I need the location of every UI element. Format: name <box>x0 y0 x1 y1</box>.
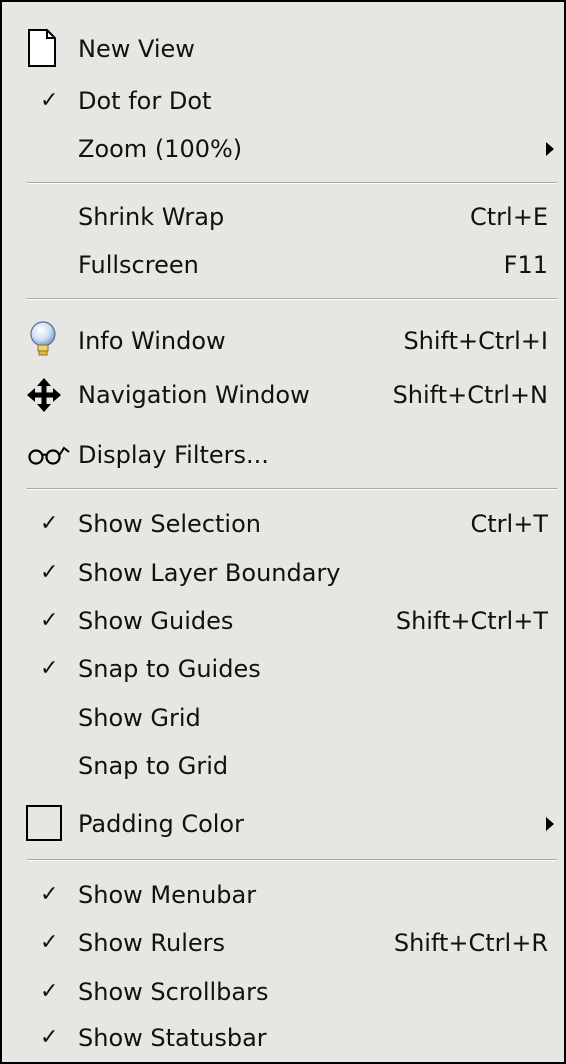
menu-item-label: Show Statusbar <box>78 1024 267 1052</box>
menu-item-shrink-wrap[interactable]: Shrink Wrap Ctrl+E <box>2 194 564 240</box>
menu-item-padding-color[interactable]: Padding Color <box>2 801 564 847</box>
menu-item-label: Show Grid <box>78 704 201 732</box>
color-swatch-icon <box>26 805 62 841</box>
menu-item-snap-to-grid[interactable]: Snap to Grid <box>2 743 564 789</box>
menu-item-shortcut: Shift+Ctrl+I <box>403 327 548 355</box>
menu-item-show-scrollbars[interactable]: ✓ Show Scrollbars <box>2 969 564 1015</box>
menu-item-show-guides[interactable]: ✓ Show Guides Shift+Ctrl+T <box>2 598 564 644</box>
check-icon: ✓ <box>40 882 59 907</box>
menu-item-shortcut: Shift+Ctrl+R <box>393 929 548 957</box>
menu-item-label: Snap to Grid <box>78 752 229 780</box>
menu-item-new-view[interactable]: New View <box>2 26 564 72</box>
check-icon: ✓ <box>40 656 59 681</box>
lightbulb-icon <box>30 321 56 356</box>
submenu-arrow-icon <box>546 817 554 831</box>
check-icon: ✓ <box>40 979 59 1004</box>
menu-item-show-selection[interactable]: ✓ Show Selection Ctrl+T <box>2 501 564 547</box>
menu-item-label: Show Scrollbars <box>78 978 269 1006</box>
menu-item-label: Zoom (100%) <box>78 135 243 163</box>
menu-separator <box>27 298 557 300</box>
menu-separator <box>27 488 557 490</box>
menu-item-label: Show Layer Boundary <box>78 559 341 587</box>
check-icon: ✓ <box>40 1025 59 1050</box>
menu-item-shortcut: Ctrl+E <box>470 203 548 231</box>
menu-item-label: Dot for Dot <box>78 87 212 115</box>
move-arrows-icon <box>27 378 61 412</box>
glasses-icon <box>28 446 70 465</box>
menu-item-show-statusbar[interactable]: ✓ Show Statusbar <box>2 1015 564 1061</box>
check-icon: ✓ <box>40 88 59 113</box>
menu-item-navigation-window[interactable]: Navigation Window Shift+Ctrl+N <box>2 372 564 418</box>
menu-item-show-rulers[interactable]: ✓ Show Rulers Shift+Ctrl+R <box>2 920 564 966</box>
menu-item-dot-for-dot[interactable]: ✓ Dot for Dot <box>2 78 564 124</box>
menu-item-show-grid[interactable]: Show Grid <box>2 695 564 741</box>
view-menu: New View ✓ Dot for Dot Zoom (100%) Shrin… <box>0 0 566 1064</box>
check-icon: ✓ <box>40 511 59 536</box>
menu-item-shortcut: Shift+Ctrl+T <box>395 607 548 635</box>
menu-item-snap-to-guides[interactable]: ✓ Snap to Guides <box>2 646 564 692</box>
menu-item-label: Show Menubar <box>78 881 257 909</box>
menu-separator <box>27 859 557 861</box>
document-icon <box>28 29 56 67</box>
menu-item-label: Fullscreen <box>78 251 199 279</box>
menu-item-label: Display Filters... <box>78 441 269 469</box>
menu-item-show-layer-boundary[interactable]: ✓ Show Layer Boundary <box>2 550 564 596</box>
menu-item-label: Padding Color <box>78 810 244 838</box>
menu-item-fullscreen[interactable]: Fullscreen F11 <box>2 242 564 288</box>
menu-item-display-filters[interactable]: Display Filters... <box>2 432 564 478</box>
menu-item-shortcut: Ctrl+T <box>470 510 548 538</box>
menu-item-shortcut: Shift+Ctrl+N <box>392 381 548 409</box>
menu-separator <box>27 182 557 184</box>
menu-item-shortcut: F11 <box>503 251 548 279</box>
menu-item-label: New View <box>78 35 195 63</box>
menu-item-label: Snap to Guides <box>78 655 261 683</box>
check-icon: ✓ <box>40 930 59 955</box>
check-icon: ✓ <box>40 608 59 633</box>
check-icon: ✓ <box>40 560 59 585</box>
menu-item-zoom[interactable]: Zoom (100%) <box>2 126 564 172</box>
submenu-arrow-icon <box>546 142 554 156</box>
menu-item-show-menubar[interactable]: ✓ Show Menubar <box>2 872 564 918</box>
menu-item-info-window[interactable]: Info Window Shift+Ctrl+I <box>2 318 564 364</box>
